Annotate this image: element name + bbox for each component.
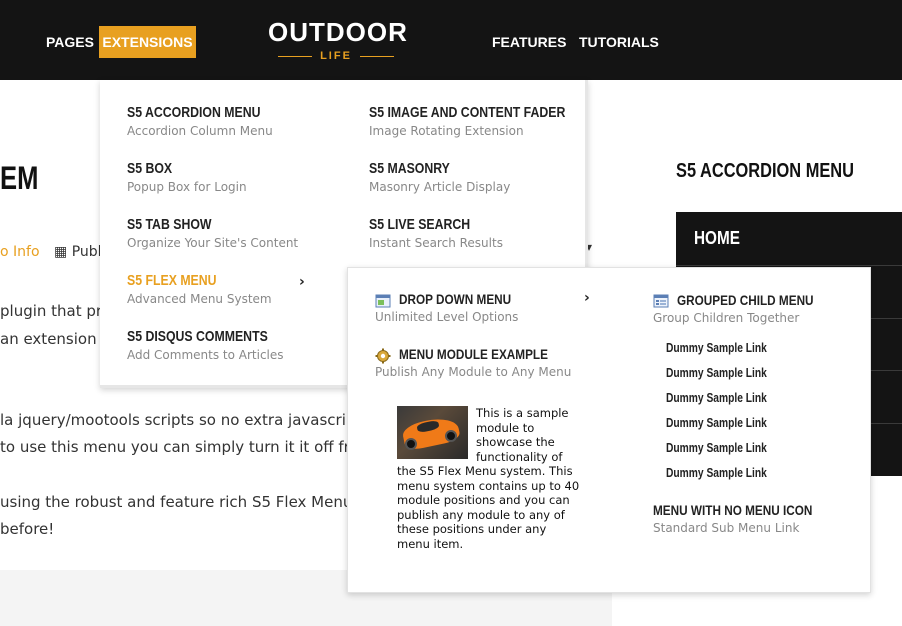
menu-item-subtitle: Instant Search Results bbox=[369, 236, 503, 250]
menu-item-title: GROUPED CHILD MENU bbox=[677, 292, 814, 308]
menu-item-live-search[interactable]: S5 LIVE SEARCH Instant Search Results bbox=[369, 216, 503, 252]
sports-car-image bbox=[397, 406, 468, 459]
accordion-item-home[interactable]: HOME bbox=[694, 228, 740, 249]
meta-published: ▦ Publ bbox=[54, 244, 102, 260]
top-navbar: PAGES EXTENSIONS OUTDOOR LIFE FEATURES T… bbox=[0, 0, 902, 80]
menu-item-subtitle: Masonry Article Display bbox=[369, 180, 511, 194]
menu-item-title: S5 MASONRY bbox=[369, 160, 450, 177]
menu-item-module-example[interactable]: MENU MODULE EXAMPLE Publish Any Module t… bbox=[375, 345, 576, 381]
flex-menu-submenu: DROP DOWN MENU Unlimited Level Options ›… bbox=[347, 267, 871, 593]
menu-item-accordion[interactable]: S5 ACCORDION MENU Accordion Column Menu bbox=[127, 104, 290, 140]
menu-item-title: S5 BOX bbox=[127, 160, 173, 177]
logo-line-left bbox=[278, 56, 312, 57]
module-text-line: functionality of bbox=[476, 449, 563, 464]
menu-item-title: MENU MODULE EXAMPLE bbox=[399, 346, 548, 362]
menu-item-subtitle: Add Comments to Articles bbox=[127, 348, 284, 362]
dummy-sample-link[interactable]: Dummy Sample Link bbox=[666, 441, 767, 455]
menu-item-disqus[interactable]: S5 DISQUS COMMENTS Add Comments to Artic… bbox=[127, 328, 299, 364]
menu-item-grouped-child[interactable]: GROUPED CHILD MENU Group Children Togeth… bbox=[653, 291, 840, 327]
menu-item-subtitle: Organize Your Site's Content bbox=[127, 236, 299, 250]
module-text-line: module to bbox=[476, 420, 535, 435]
body-text-line: la jquery/mootools scripts so no extra j… bbox=[0, 411, 371, 429]
module-text-line: This is a sample bbox=[476, 406, 569, 420]
nav-extensions[interactable]: EXTENSIONS bbox=[99, 26, 196, 58]
menu-item-title: S5 DISQUS COMMENTS bbox=[127, 328, 268, 345]
menu-item-image-fader[interactable]: S5 IMAGE AND CONTENT FADER Image Rotatin… bbox=[369, 104, 608, 140]
logo-main-text: OUTDOOR bbox=[268, 17, 408, 47]
menu-item-title: S5 FLEX MENU bbox=[127, 272, 217, 289]
logo-line-right bbox=[360, 56, 394, 57]
body-text-line: using the robust and feature rich S5 Fle… bbox=[0, 493, 376, 511]
calendar-icon: ▦ bbox=[54, 244, 68, 260]
chevron-right-icon: › bbox=[299, 274, 305, 290]
dummy-sample-link[interactable]: Dummy Sample Link bbox=[666, 416, 767, 430]
car-wheel bbox=[445, 430, 457, 442]
menu-item-subtitle: Advanced Menu System bbox=[127, 292, 272, 306]
module-text-line: module positions and you can bbox=[397, 493, 570, 507]
dummy-sample-link[interactable]: Dummy Sample Link bbox=[666, 341, 767, 355]
menu-item-subtitle: Group Children Together bbox=[653, 311, 800, 325]
dummy-sample-link[interactable]: Dummy Sample Link bbox=[666, 391, 767, 405]
module-text-line: showcase the bbox=[476, 435, 555, 449]
menu-item-flex-menu[interactable]: S5 FLEX MENU Advanced Menu System bbox=[127, 272, 272, 308]
site-logo[interactable]: OUTDOOR LIFE bbox=[268, 17, 408, 63]
menu-item-tab-show[interactable]: S5 TAB SHOW Organize Your Site's Content bbox=[127, 216, 298, 252]
menu-item-title: S5 TAB SHOW bbox=[127, 216, 212, 233]
meta-info-link[interactable]: o Info bbox=[0, 244, 40, 260]
menu-item-title: S5 ACCORDION MENU bbox=[127, 104, 261, 121]
menu-item-subtitle: Unlimited Level Options bbox=[375, 310, 519, 324]
module-text-line: these positions under any bbox=[397, 522, 547, 536]
dummy-sample-link[interactable]: Dummy Sample Link bbox=[666, 466, 767, 480]
menu-item-subtitle: Image Rotating Extension bbox=[369, 124, 524, 138]
menu-item-no-icon[interactable]: MENU WITH NO MENU ICON Standard Sub Menu… bbox=[653, 501, 843, 537]
dummy-sample-link[interactable]: Dummy Sample Link bbox=[666, 366, 767, 380]
logo-sub: LIFE bbox=[268, 49, 404, 63]
logo-sub-text: LIFE bbox=[320, 50, 352, 62]
menu-item-title: S5 LIVE SEARCH bbox=[369, 216, 471, 233]
menu-item-subtitle: Publish Any Module to Any Menu bbox=[375, 365, 572, 379]
menu-item-title: S5 IMAGE AND CONTENT FADER bbox=[369, 104, 566, 121]
divider bbox=[676, 265, 902, 266]
menu-item-subtitle: Popup Box for Login bbox=[127, 180, 247, 194]
module-text-line: the S5 Flex Menu system. This bbox=[397, 464, 573, 478]
menu-item-drop-down[interactable]: DROP DOWN MENU Unlimited Level Options bbox=[375, 290, 533, 326]
menu-item-subtitle: Standard Sub Menu Link bbox=[653, 521, 800, 535]
body-text-line: to use this menu you can simply turn it … bbox=[0, 438, 374, 456]
nav-tutorials[interactable]: TUTORIALS bbox=[579, 26, 659, 58]
nav-pages[interactable]: PAGES bbox=[46, 26, 94, 58]
nav-features[interactable]: FEATURES bbox=[492, 26, 566, 58]
module-text-line: publish any module to any of bbox=[397, 507, 565, 522]
page-title: EM bbox=[0, 160, 39, 196]
sidebar-title: S5 ACCORDION MENU bbox=[676, 160, 854, 182]
chevron-right-icon: › bbox=[584, 290, 590, 306]
body-text-line: before! bbox=[0, 520, 55, 538]
menu-item-title: MENU WITH NO MENU ICON bbox=[653, 502, 813, 518]
body-text-line: an extension o bbox=[0, 330, 111, 348]
menu-item-masonry[interactable]: S5 MASONRY Masonry Article Display bbox=[369, 160, 510, 196]
menu-item-title: DROP DOWN MENU bbox=[399, 291, 512, 307]
menu-item-subtitle: Accordion Column Menu bbox=[127, 124, 273, 138]
car-wheel bbox=[405, 438, 417, 450]
module-text-line: menu item. bbox=[397, 536, 464, 551]
module-text-line: menu system contains up to 40 bbox=[397, 478, 580, 493]
menu-item-box[interactable]: S5 BOX Popup Box for Login bbox=[127, 160, 247, 196]
